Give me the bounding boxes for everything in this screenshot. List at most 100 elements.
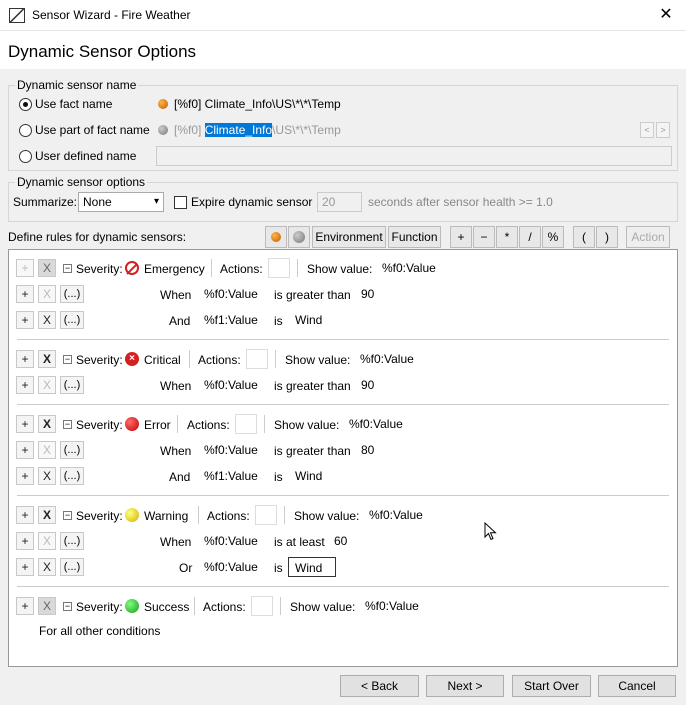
summarize-select[interactable]: None ▾ (78, 192, 164, 212)
actions-field[interactable] (251, 596, 273, 616)
action-button[interactable]: Action (626, 226, 670, 248)
condition-operand[interactable]: %f1:Value (198, 310, 268, 330)
condition-value[interactable]: 90 (355, 284, 387, 304)
remove-condition-button[interactable]: X (38, 311, 56, 329)
show-value-field[interactable]: %f0:Value (359, 596, 431, 616)
condition-value[interactable]: Wind (289, 310, 337, 330)
minus-button[interactable]: − (473, 226, 495, 248)
remove-condition-button[interactable]: X (38, 285, 56, 303)
remove-rule-button[interactable]: X (38, 259, 56, 277)
insert-sensor-button[interactable] (288, 226, 310, 248)
condition-value[interactable]: Wind (289, 466, 337, 486)
remove-condition-button[interactable]: X (38, 467, 56, 485)
multiply-button[interactable]: * (496, 226, 518, 248)
remove-condition-button[interactable]: X (38, 376, 56, 394)
use-part-of-fact-name-radio[interactable] (19, 124, 32, 137)
group-condition-button[interactable]: (...) (60, 285, 84, 303)
severity-value[interactable]: Warning (144, 509, 188, 523)
expire-seconds-field[interactable]: 20 (317, 192, 362, 212)
environment-button[interactable]: Environment (312, 226, 386, 248)
remove-rule-button[interactable]: X (38, 350, 56, 368)
add-rule-button[interactable]: + (16, 350, 34, 368)
condition-operand[interactable]: %f0:Value (198, 375, 268, 395)
back-button[interactable]: < Back (340, 675, 419, 697)
add-condition-button[interactable]: + (16, 467, 34, 485)
condition-operator[interactable]: is (274, 561, 283, 575)
show-value-field[interactable]: %f0:Value (343, 414, 415, 434)
collapse-icon[interactable]: − (63, 420, 72, 429)
next-button[interactable]: Next > (426, 675, 504, 697)
part-fact-name-value[interactable]: [%f0] Climate_Info\US\*\*\Temp (174, 123, 341, 137)
condition-value-input[interactable]: Wind (288, 557, 336, 577)
start-over-button[interactable]: Start Over (512, 675, 591, 697)
condition-operand[interactable]: %f0:Value (198, 557, 268, 577)
add-rule-button[interactable]: + (16, 415, 34, 433)
severity-value[interactable]: Critical (144, 353, 181, 367)
condition-value[interactable]: 80 (355, 440, 387, 460)
add-rule-button[interactable]: + (16, 597, 34, 615)
group-condition-button[interactable]: (...) (60, 311, 84, 329)
group-condition-button[interactable]: (...) (60, 376, 84, 394)
collapse-icon[interactable]: − (63, 355, 72, 364)
plus-button[interactable]: + (450, 226, 472, 248)
add-condition-button[interactable]: + (16, 311, 34, 329)
remove-condition-button[interactable]: X (38, 532, 56, 550)
collapse-icon[interactable]: − (63, 602, 72, 611)
use-fact-name-radio[interactable] (19, 98, 32, 111)
add-condition-button[interactable]: + (16, 376, 34, 394)
open-paren-button[interactable]: ( (573, 226, 595, 248)
collapse-icon[interactable]: − (63, 264, 72, 273)
user-defined-name-field[interactable] (156, 146, 672, 166)
insert-fact-button[interactable] (265, 226, 287, 248)
severity-value[interactable]: Emergency (144, 262, 205, 276)
condition-value[interactable]: 60 (328, 531, 360, 551)
divide-button[interactable]: / (519, 226, 541, 248)
prev-part-button[interactable]: < (640, 122, 654, 138)
modulo-button[interactable]: % (542, 226, 564, 248)
condition-operator[interactable]: is greater than (274, 379, 351, 393)
actions-field[interactable] (235, 414, 257, 434)
function-button[interactable]: Function (388, 226, 441, 248)
actions-field[interactable] (268, 258, 290, 278)
group-condition-button[interactable]: (...) (60, 467, 84, 485)
condition-operand[interactable]: %f0:Value (198, 440, 268, 460)
next-part-button[interactable]: > (656, 122, 670, 138)
add-condition-button[interactable]: + (16, 532, 34, 550)
close-paren-button[interactable]: ) (596, 226, 618, 248)
condition-value[interactable]: 90 (355, 375, 387, 395)
add-rule-button[interactable]: + (16, 506, 34, 524)
collapse-icon[interactable]: − (63, 511, 72, 520)
remove-rule-button[interactable]: X (38, 415, 56, 433)
remove-condition-button[interactable]: X (38, 558, 56, 576)
severity-value[interactable]: Error (144, 418, 171, 432)
condition-operator[interactable]: is at least (274, 535, 325, 549)
condition-operator[interactable]: is (274, 470, 283, 484)
show-value-field[interactable]: %f0:Value (354, 349, 426, 369)
severity-value[interactable]: Success (144, 600, 189, 614)
condition-operand[interactable]: %f0:Value (198, 284, 268, 304)
group-condition-button[interactable]: (...) (60, 558, 84, 576)
close-icon[interactable]: ✕ (655, 4, 677, 26)
group-condition-button[interactable]: (...) (60, 532, 84, 550)
add-condition-button[interactable]: + (16, 441, 34, 459)
condition-operand[interactable]: %f0:Value (198, 531, 268, 551)
condition-operator[interactable]: is greater than (274, 288, 351, 302)
add-condition-button[interactable]: + (16, 285, 34, 303)
expire-checkbox[interactable] (174, 196, 187, 209)
condition-operator[interactable]: is greater than (274, 444, 351, 458)
remove-condition-button[interactable]: X (38, 441, 56, 459)
show-value-field[interactable]: %f0:Value (376, 258, 448, 278)
show-value-field[interactable]: %f0:Value (363, 505, 435, 525)
remove-rule-button[interactable]: X (38, 597, 56, 615)
critical-icon: × (125, 352, 139, 366)
condition-operand[interactable]: %f1:Value (198, 466, 268, 486)
group-condition-button[interactable]: (...) (60, 441, 84, 459)
cancel-button[interactable]: Cancel (598, 675, 676, 697)
user-defined-name-radio[interactable] (19, 150, 32, 163)
actions-field[interactable] (255, 505, 277, 525)
add-rule-button[interactable]: + (16, 259, 34, 277)
actions-field[interactable] (246, 349, 268, 369)
condition-operator[interactable]: is (274, 314, 283, 328)
add-condition-button[interactable]: + (16, 558, 34, 576)
remove-rule-button[interactable]: X (38, 506, 56, 524)
